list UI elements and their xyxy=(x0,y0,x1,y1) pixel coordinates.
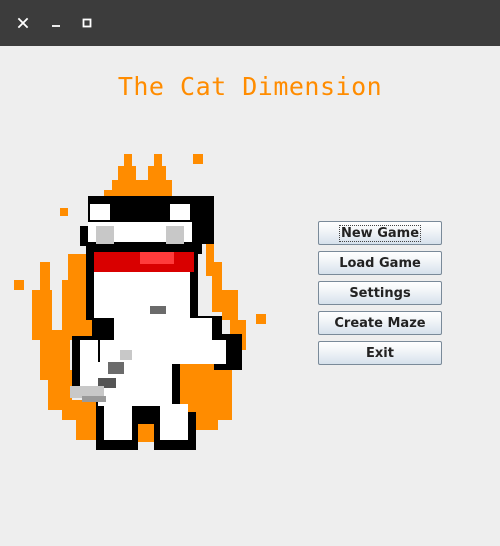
settings-button[interactable]: Settings xyxy=(318,281,442,305)
create-maze-label: Create Maze xyxy=(334,315,426,331)
new-game-label: New Game xyxy=(338,224,422,242)
settings-label: Settings xyxy=(349,285,411,301)
create-maze-button[interactable]: Create Maze xyxy=(318,311,442,335)
load-game-label: Load Game xyxy=(339,255,421,271)
load-game-button[interactable]: Load Game xyxy=(318,251,442,275)
exit-button[interactable]: Exit xyxy=(318,341,442,365)
new-game-button[interactable]: New Game xyxy=(318,221,442,245)
exit-label: Exit xyxy=(366,345,394,361)
